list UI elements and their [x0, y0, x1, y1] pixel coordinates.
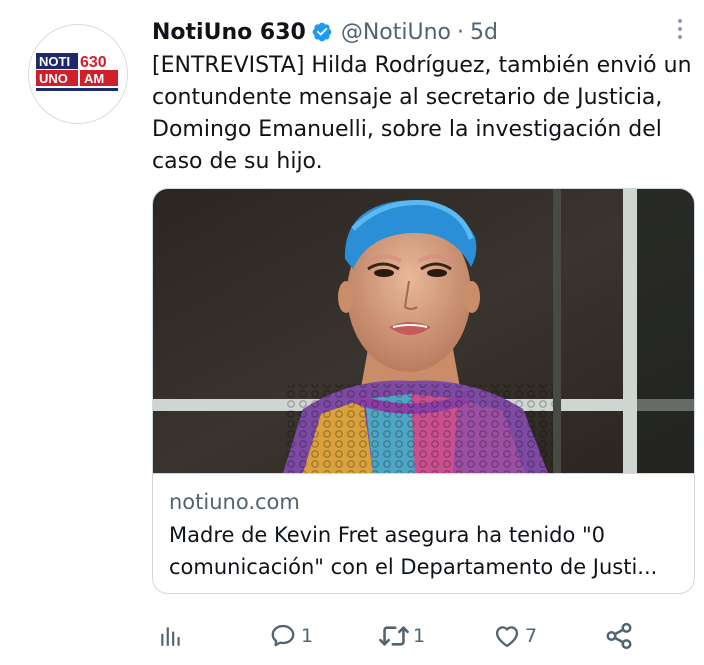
- analytics-button[interactable]: [158, 616, 184, 656]
- heart-icon: [492, 622, 522, 650]
- reply-button[interactable]: 1: [268, 616, 313, 656]
- tweet-text-line: Domingo Emanuelli, sobre la investigació…: [152, 117, 662, 142]
- author-handle[interactable]: @NotiUno: [341, 20, 451, 45]
- card-image: [153, 189, 694, 473]
- verified-badge-icon: [311, 21, 333, 43]
- tweet-text-line: caso de su hijo.: [152, 149, 323, 174]
- tweet-header: NotiUno 630 @NotiUno · 5d: [152, 17, 498, 47]
- card-divider: [153, 473, 694, 474]
- svg-text:UNO: UNO: [39, 71, 68, 86]
- svg-text:NOTI: NOTI: [39, 54, 70, 69]
- share-icon: [604, 621, 634, 651]
- tweet-text-line: contundente mensaje al secretario de Jus…: [152, 85, 663, 110]
- card-title-line: Madre de Kevin Fret asegura ha tenido "0: [169, 523, 606, 547]
- more-options-icon[interactable]: [672, 14, 688, 44]
- link-preview-card[interactable]: notiuno.com Madre de Kevin Fret asegura …: [152, 188, 695, 594]
- separator-dot: ·: [456, 19, 464, 45]
- tweet-time[interactable]: 5d: [470, 20, 498, 45]
- card-title-line: comunicación" con el Departamento de Jus…: [169, 555, 658, 579]
- share-button[interactable]: [604, 616, 634, 656]
- card-domain: notiuno.com: [169, 490, 300, 514]
- author-name[interactable]: NotiUno 630: [152, 20, 306, 45]
- svg-text:630: 630: [80, 54, 107, 71]
- avatar[interactable]: NOTI UNO 630 AM: [28, 24, 128, 124]
- tweet-text-line: [ENTREVISTA] Hilda Rodríguez, también en…: [152, 53, 692, 78]
- card-title: Madre de Kevin Fret asegura ha tenido "0…: [169, 519, 679, 583]
- notiuno-logo-icon: NOTI UNO 630 AM: [29, 25, 127, 123]
- tweet-actions: 1 1 7: [152, 616, 652, 656]
- speech-bubble-icon: [268, 622, 298, 650]
- bar-chart-icon: [158, 623, 184, 649]
- reply-count: 1: [301, 625, 314, 647]
- tweet-text: [ENTREVISTA] Hilda Rodríguez, también en…: [152, 50, 692, 178]
- svg-text:AM: AM: [84, 71, 104, 86]
- like-button[interactable]: 7: [492, 616, 537, 656]
- retweet-count: 1: [413, 625, 426, 647]
- like-count: 7: [525, 625, 538, 647]
- retweet-icon: [378, 623, 410, 649]
- retweet-button[interactable]: 1: [378, 616, 425, 656]
